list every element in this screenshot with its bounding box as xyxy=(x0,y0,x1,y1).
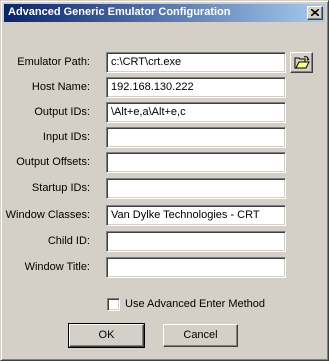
output-offsets-field[interactable] xyxy=(106,152,286,173)
output-ids-label: Output IDs: xyxy=(34,106,90,118)
child-id-label: Child ID: xyxy=(47,235,90,247)
ok-button[interactable]: OK xyxy=(68,323,145,348)
folder-open-icon xyxy=(294,56,310,69)
cancel-button[interactable]: Cancel xyxy=(163,324,238,347)
startup-ids-label: Startup IDs: xyxy=(31,182,90,194)
emulator-path-label: Emulator Path: xyxy=(17,56,90,68)
startup-ids-field[interactable] xyxy=(106,178,286,199)
advanced-enter-checkbox[interactable] xyxy=(107,298,120,311)
host-name-label: Host Name: xyxy=(31,81,90,93)
output-offsets-label: Output Offsets: xyxy=(16,156,90,168)
host-name-field[interactable]: 192.168.130.222 xyxy=(106,77,286,98)
emulator-path-field[interactable]: c:\CRT\crt.exe xyxy=(106,52,286,73)
input-ids-field[interactable] xyxy=(106,127,286,148)
child-id-field[interactable] xyxy=(106,231,286,252)
title-bar[interactable]: Advanced Generic Emulator Configuration xyxy=(4,4,325,22)
window-classes-label: Window Classes: xyxy=(5,209,90,221)
window-classes-field[interactable]: Van Dylke Technologies - CRT xyxy=(106,205,286,226)
dialog-window: Advanced Generic Emulator Configuration … xyxy=(0,0,329,361)
browse-button[interactable] xyxy=(290,52,313,73)
advanced-enter-label[interactable]: Use Advanced Enter Method xyxy=(125,298,265,310)
close-icon xyxy=(311,9,319,16)
close-button[interactable] xyxy=(307,6,323,20)
window-title: Advanced Generic Emulator Configuration xyxy=(8,6,231,18)
window-title-field[interactable] xyxy=(106,257,286,278)
input-ids-label: Input IDs: xyxy=(42,131,90,143)
window-title-label: Window Title: xyxy=(24,261,90,273)
output-ids-field[interactable]: \Alt+e,a\Alt+e,c xyxy=(106,102,286,123)
